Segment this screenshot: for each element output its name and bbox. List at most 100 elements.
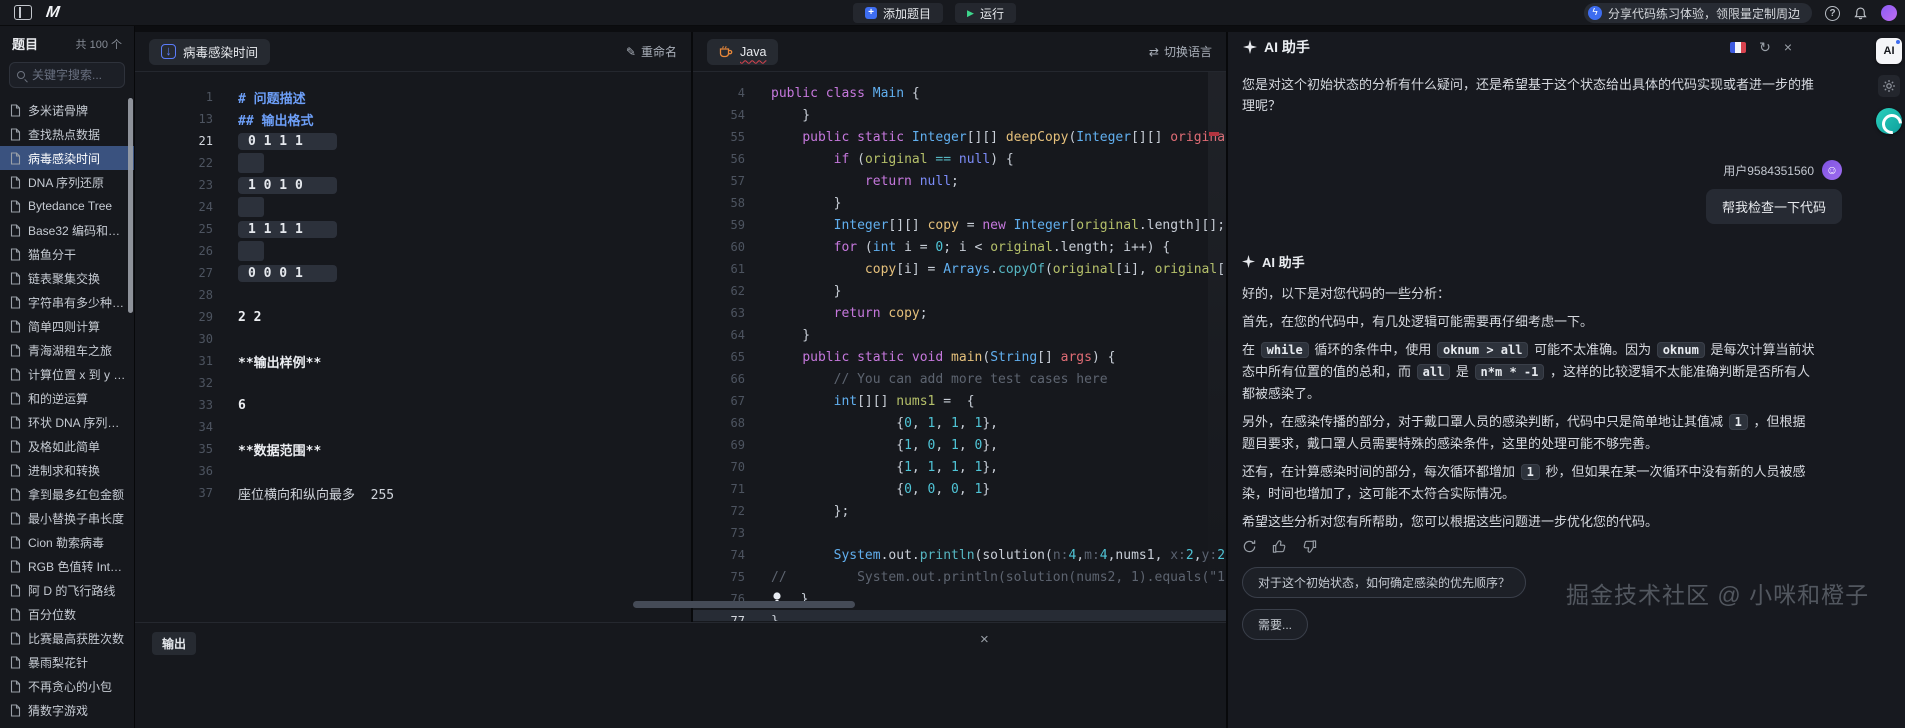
sidebar-item[interactable]: 及格如此简单	[0, 434, 134, 458]
suggested-question-chip[interactable]: 需要...	[1242, 609, 1309, 640]
add-problem-button[interactable]: + 添加题目	[853, 3, 944, 23]
app-logo[interactable]: M	[45, 4, 60, 22]
line-number: 65	[730, 350, 745, 364]
sidebar-item[interactable]: 进制求和转换	[0, 458, 134, 482]
sidebar-item-label: 青海湖租车之旅	[28, 343, 113, 358]
share-banner[interactable]: ϟ 分享代码练习体验，领限量定制周边	[1583, 3, 1812, 23]
java-icon	[719, 45, 733, 58]
line-number: 55	[730, 130, 745, 144]
md-line: 23 1 0 1 0	[135, 174, 691, 196]
user-avatar[interactable]	[1881, 5, 1897, 21]
document-icon	[10, 295, 21, 309]
output-tab[interactable]: 输出	[152, 632, 197, 655]
sidebar-item[interactable]: 拿到最多红包金额	[0, 482, 134, 506]
markdown-editor[interactable]: 1 # 问题描述 13 ## 输出格式 21 0 1 1 1 22 23 1 0 1 0 24 25…	[135, 72, 691, 621]
horizontal-scrollbar[interactable]	[633, 601, 855, 608]
inline-code: oknum	[1656, 342, 1705, 358]
user-message-bubble: 帮我检查一下代码	[1705, 189, 1842, 224]
sidebar-item[interactable]: 不再贪心的小包	[0, 674, 134, 698]
sidebar-item[interactable]: 青海湖租车之旅	[0, 338, 134, 362]
run-button[interactable]: ▶ 运行	[955, 3, 1016, 23]
extension-gear-icon[interactable]	[1878, 75, 1900, 97]
document-icon	[10, 199, 21, 213]
language-tab[interactable]: Java	[707, 38, 779, 65]
search-input[interactable]	[30, 67, 117, 83]
sidebar-item[interactable]: 最小替换子串长度	[0, 506, 134, 530]
document-icon	[10, 559, 21, 573]
sidebar-item[interactable]: DNA 序列还原	[0, 170, 134, 194]
md-line: 36	[135, 460, 691, 482]
md-line-text: 1 0 1 0	[238, 176, 337, 194]
help-icon[interactable]: ?	[1825, 5, 1840, 21]
document-icon	[10, 631, 21, 645]
sidebar-item[interactable]: 阿 D 的飞行路线	[0, 578, 134, 602]
sidebar-item[interactable]: 环状 DNA 序列整理	[0, 410, 134, 434]
switch-language-button[interactable]: ⇄ 切换语言	[1149, 43, 1212, 60]
md-line-text: 0 0 0 1	[238, 264, 337, 282]
minimap[interactable]	[1208, 72, 1226, 617]
search-box[interactable]	[9, 62, 125, 88]
code-line: 71 {0, 0, 0, 1}	[693, 478, 1226, 500]
sidebar-item[interactable]: 暴雨梨花针	[0, 650, 134, 674]
sidebar-item[interactable]: Bytedance Tree	[0, 194, 134, 218]
bell-icon[interactable]	[1853, 6, 1868, 21]
rename-button[interactable]: ✎ 重命名	[626, 43, 677, 60]
sidebar-item[interactable]: 字符串有多少种可...	[0, 290, 134, 314]
problem-tab-label: 病毒感染时间	[183, 46, 259, 60]
document-icon	[10, 175, 21, 189]
extension-logo-icon[interactable]	[1876, 108, 1902, 134]
flag-icon[interactable]	[1730, 41, 1747, 53]
thumbs-up-icon[interactable]	[1272, 539, 1287, 554]
sidebar-item-label: Base32 编码和解码	[28, 223, 128, 238]
sidebar-item[interactable]: 猜数字游戏	[0, 698, 134, 722]
sidebar-item[interactable]: 计算位置 x 到 y 的...	[0, 362, 134, 386]
problem-tab[interactable]: ↓ 病毒感染时间	[149, 38, 271, 65]
thumbs-down-icon[interactable]	[1302, 539, 1317, 554]
sidebar-item[interactable]: 简单四则计算	[0, 314, 134, 338]
code-line-text: {1, 1, 1, 1},	[771, 459, 998, 475]
sidebar-item[interactable]: 病毒感染时间	[0, 146, 134, 170]
suggested-question-chip[interactable]: 对于这个初始状态，如何确定感染的优先顺序？	[1242, 567, 1527, 598]
sidebar-item-label: 猜数字游戏	[28, 703, 89, 718]
ai-close-icon[interactable]: ×	[1784, 40, 1792, 54]
md-line: 32	[135, 372, 691, 394]
document-icon	[10, 319, 21, 333]
line-number: 71	[730, 482, 745, 496]
md-line-text: 6	[238, 397, 246, 413]
code-line-text: return copy;	[833, 305, 928, 321]
code-line: 56 if (original == null) {	[693, 148, 1226, 170]
sidebar-item[interactable]: 猫鱼分干	[0, 242, 134, 266]
sidebar-item[interactable]: 和的逆运算	[0, 386, 134, 410]
user-name: 用户9584351560	[1723, 163, 1814, 178]
share-banner-label: 分享代码练习体验，领限量定制周边	[1607, 6, 1800, 21]
regenerate-icon[interactable]	[1242, 539, 1257, 554]
sidebar-item[interactable]: 比赛最高获胜次数	[0, 626, 134, 650]
sidebar-item[interactable]: Base32 编码和解码	[0, 218, 134, 242]
ai-analysis-paragraph: 在 while 循环的条件中，使用 oknum > all 可能不太准确。因为 …	[1242, 342, 1815, 401]
history-icon[interactable]: ↻	[1759, 40, 1771, 54]
line-number: 28	[198, 288, 213, 302]
sidebar-item-label: 比赛最高获胜次数	[28, 631, 125, 646]
md-line-text: 1 1 1 1	[238, 220, 337, 238]
line-number: 21	[198, 134, 213, 148]
sidebar-item[interactable]: 链表聚集交换	[0, 266, 134, 290]
line-number: 68	[730, 416, 745, 430]
sidebar-item[interactable]: 多米诺骨牌	[0, 98, 134, 122]
output-close-icon[interactable]: ×	[980, 631, 989, 648]
inline-code: n*m * -1	[1474, 364, 1545, 380]
md-line-text: **数据范围**	[238, 443, 322, 459]
document-icon	[10, 391, 21, 405]
sidebar-item[interactable]: 百分位数	[0, 602, 134, 626]
md-line: 31 **输出样例**	[135, 350, 691, 372]
switch-language-label: 切换语言	[1163, 45, 1212, 59]
ai-extension-icon[interactable]: AI	[1876, 38, 1902, 64]
sidebar-scrollbar[interactable]	[128, 98, 133, 313]
code-editor[interactable]: 4 public class Main {54 } 55 public static…	[693, 72, 1226, 621]
document-icon	[10, 439, 21, 453]
sidebar-item[interactable]: Cion 勒索病毒	[0, 530, 134, 554]
sidebar-item[interactable]: 查找热点数据	[0, 122, 134, 146]
sidebar-toggle-icon[interactable]	[14, 5, 32, 20]
document-icon	[10, 679, 21, 693]
sidebar-item[interactable]: RGB 色值转 Integer	[0, 554, 134, 578]
code-line: 70 {1, 1, 1, 1},	[693, 456, 1226, 478]
